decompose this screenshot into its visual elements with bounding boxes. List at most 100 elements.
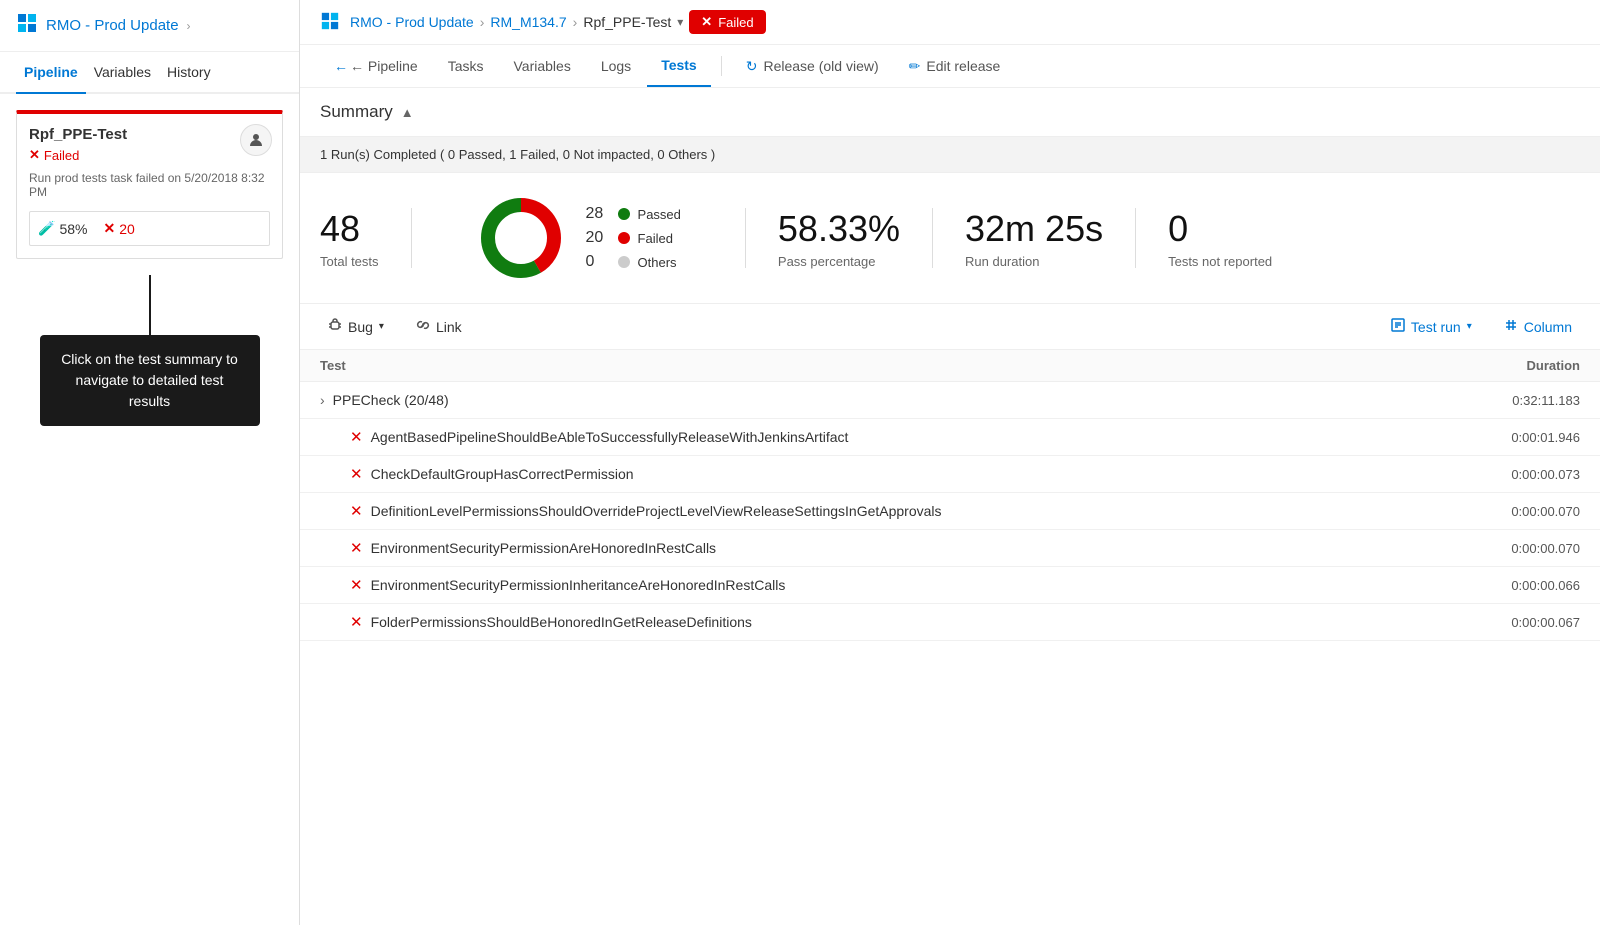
passed-label: Passed <box>638 207 681 222</box>
app-icon <box>16 12 38 39</box>
nav-separator <box>721 56 722 76</box>
col-duration: Duration <box>1527 358 1580 373</box>
breadcrumb-app-title[interactable]: RMO - Prod Update <box>350 14 474 30</box>
total-tests-number: 48 <box>320 208 379 250</box>
legend-others: 0 Others <box>586 253 681 271</box>
test-row[interactable]: ✕ EnvironmentSecurityPermissionInheritan… <box>300 567 1600 604</box>
test-row[interactable]: ✕ FolderPermissionsShouldBeHonoredInGetR… <box>300 604 1600 641</box>
nav-tests[interactable]: Tests <box>647 45 711 87</box>
failed-count: 20 <box>586 229 610 247</box>
test-run-label: Test run <box>1411 319 1461 335</box>
pass-pct-block: 58.33% Pass percentage <box>778 208 900 269</box>
left-nav-pipeline[interactable]: Pipeline <box>16 52 86 94</box>
left-nav-history[interactable]: History <box>159 52 219 92</box>
chevron-down-icon[interactable]: ▾ <box>677 15 683 29</box>
stat-divider-4 <box>1135 208 1136 268</box>
right-content: Summary ▲ 1 Run(s) Completed ( 0 Passed,… <box>300 88 1600 925</box>
test-group-row[interactable]: › PPECheck (20/48) 0:32:11.183 <box>300 382 1600 419</box>
donut-area: 28 Passed 20 Failed 0 Others <box>476 193 681 283</box>
legend-failed: 20 Failed <box>586 229 681 247</box>
test-group-duration: 0:32:11.183 <box>1512 393 1580 408</box>
total-tests-label: Total tests <box>320 254 379 269</box>
fail-x-icon-5: ✕ <box>350 576 363 594</box>
donut-legend: 28 Passed 20 Failed 0 Others <box>586 205 681 271</box>
stat-divider-3 <box>932 208 933 268</box>
bug-label: Bug <box>348 319 373 335</box>
test-dur-4: 0:00:00.070 <box>1511 541 1580 556</box>
tests-not-reported-label: Tests not reported <box>1168 254 1272 269</box>
stage-status: ✕ Failed <box>29 147 270 163</box>
pass-percent-value: 58% <box>59 221 87 237</box>
test-run-button[interactable]: Test run ▾ <box>1383 314 1480 339</box>
left-content: Rpf_PPE-Test ✕ Failed Run prod tests tas… <box>0 94 299 925</box>
avatar-button[interactable] <box>240 124 272 156</box>
link-icon <box>416 318 430 335</box>
fail-x-icon-4: ✕ <box>350 539 363 557</box>
stage-card[interactable]: Rpf_PPE-Test ✕ Failed Run prod tests tas… <box>16 110 283 259</box>
donut-chart <box>476 193 566 283</box>
app-title[interactable]: RMO - Prod Update <box>46 17 179 34</box>
nav-release-old-view[interactable]: ↻ Release (old view) <box>732 46 893 87</box>
chevron-up-icon[interactable]: ▲ <box>401 105 414 120</box>
stat-divider-1 <box>411 208 412 268</box>
test-name-2: CheckDefaultGroupHasCorrectPermission <box>371 466 634 482</box>
failed-label: Failed <box>718 15 753 30</box>
fail-x-icon-2: ✕ <box>350 465 363 483</box>
run-summary-bar: 1 Run(s) Completed ( 0 Passed, 1 Failed,… <box>300 137 1600 173</box>
fail-x-icon-6: ✕ <box>350 613 363 631</box>
column-button[interactable]: Column <box>1496 314 1580 339</box>
failed-dot <box>618 232 630 244</box>
stage-pass-percent: 🧪 58% <box>38 220 87 237</box>
left-nav-variables[interactable]: Variables <box>86 52 159 92</box>
left-nav: Pipeline Variables History <box>0 52 299 94</box>
link-label: Link <box>436 319 462 335</box>
summary-header[interactable]: Summary ▲ <box>300 88 1600 137</box>
column-icon <box>1504 318 1518 335</box>
link-button[interactable]: Link <box>408 314 470 339</box>
passed-count: 28 <box>586 205 610 223</box>
stage-info: Run prod tests task failed on 5/20/2018 … <box>29 171 270 199</box>
toolbar-left: Bug ▾ Link <box>320 314 470 339</box>
bug-icon <box>328 318 342 335</box>
nav-tasks[interactable]: Tasks <box>434 46 498 86</box>
tests-not-reported-block: 0 Tests not reported <box>1168 208 1272 269</box>
refresh-icon: ↻ <box>746 58 758 75</box>
fail-count-value: 20 <box>119 221 135 237</box>
test-row[interactable]: ✕ EnvironmentSecurityPermissionAreHonore… <box>300 530 1600 567</box>
nav-pipeline[interactable]: ← ← Pipeline <box>320 46 432 86</box>
pencil-icon: ✏ <box>909 58 921 75</box>
breadcrumb-stage[interactable]: Rpf_PPE-Test <box>583 14 671 30</box>
test-row[interactable]: ✕ DefinitionLevelPermissionsShouldOverri… <box>300 493 1600 530</box>
nav-variables[interactable]: Variables <box>500 46 585 86</box>
back-arrow-icon: ← <box>334 58 348 74</box>
run-duration-value: 32m 25s <box>965 208 1103 250</box>
test-name-4: EnvironmentSecurityPermissionAreHonoredI… <box>371 540 716 556</box>
edit-release-label: Edit release <box>926 58 1000 74</box>
stage-footer: 🧪 58% ✕ 20 <box>29 211 270 246</box>
others-count: 0 <box>586 253 610 271</box>
others-dot <box>618 256 630 268</box>
fail-x-icon-1: ✕ <box>350 428 363 446</box>
breadcrumb-release[interactable]: RM_M134.7 <box>490 14 566 30</box>
breadcrumb: RMO - Prod Update › RM_M134.7 › Rpf_PPE-… <box>320 10 1580 34</box>
right-nav: ← ← Pipeline Tasks Variables Logs Tests … <box>300 45 1600 88</box>
passed-dot <box>618 208 630 220</box>
test-name-5: EnvironmentSecurityPermissionInheritance… <box>371 577 786 593</box>
legend-passed: 28 Passed <box>586 205 681 223</box>
test-row[interactable]: ✕ CheckDefaultGroupHasCorrectPermission … <box>300 456 1600 493</box>
table-toolbar: Bug ▾ Link <box>300 304 1600 350</box>
tooltip-wrapper: Click on the test summary to navigate to… <box>16 275 283 426</box>
tests-not-reported-value: 0 <box>1168 208 1272 250</box>
bug-button[interactable]: Bug ▾ <box>320 314 392 339</box>
nav-logs[interactable]: Logs <box>587 46 645 86</box>
connector-line <box>149 275 151 335</box>
pass-pct-label: Pass percentage <box>778 254 900 269</box>
test-group-name: PPECheck (20/48) <box>333 392 449 408</box>
nav-edit-release[interactable]: ✏ Edit release <box>895 46 1015 87</box>
breadcrumb-sep-1: › <box>480 14 485 30</box>
stage-name: Rpf_PPE-Test <box>29 126 270 143</box>
toolbar-right: Test run ▾ Column <box>1383 314 1580 339</box>
run-duration-label: Run duration <box>965 254 1103 269</box>
test-row[interactable]: ✕ AgentBasedPipelineShouldBeAbleToSucces… <box>300 419 1600 456</box>
column-label: Column <box>1524 319 1572 335</box>
